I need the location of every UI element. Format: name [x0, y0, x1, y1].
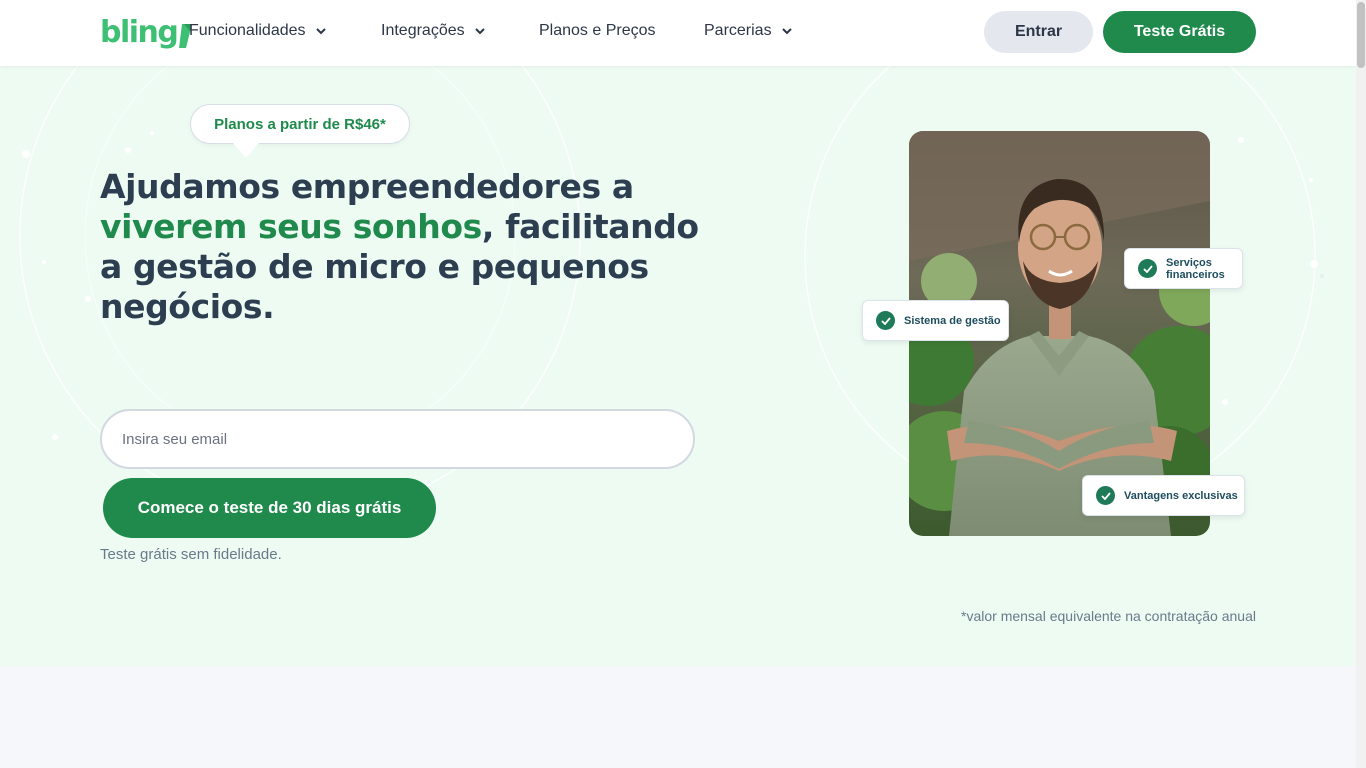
annual-price-footnote: *valor mensal equivalente na contratação… [961, 608, 1256, 624]
headline-text: Ajudamos empreendedores a [100, 167, 634, 206]
site-header: bling Funcionalidades Integrações Planos… [0, 0, 1356, 66]
nav-planos-precos[interactable]: Planos e Preços [539, 0, 656, 62]
chevron-down-icon [781, 27, 792, 35]
nav-label: Planos e Preços [539, 22, 656, 39]
start-trial-button[interactable]: Comece o teste de 30 dias grátis [103, 478, 436, 538]
feature-label: Vantagens exclusivas [1124, 489, 1238, 502]
feature-chip-vantagens-exclusivas: Vantagens exclusivas [1082, 475, 1245, 516]
nav-integracoes[interactable]: Integrações [381, 0, 485, 62]
badge-tail [232, 142, 260, 158]
nav-label: Integrações [381, 22, 465, 39]
page-scrollbar[interactable] [1356, 0, 1366, 768]
check-icon [1138, 259, 1157, 278]
next-section [0, 666, 1356, 768]
nav-parcerias[interactable]: Parcerias [704, 0, 792, 62]
chevron-down-icon [315, 27, 326, 35]
feature-label: Sistema de gestão [904, 314, 1001, 327]
pricing-badge: Planos a partir de R$46* [190, 104, 410, 144]
login-button[interactable]: Entrar [984, 11, 1093, 53]
nav-label: Parcerias [704, 22, 772, 39]
nav-funcionalidades[interactable]: Funcionalidades [189, 0, 326, 62]
chevron-down-icon [474, 27, 485, 35]
check-icon [1096, 486, 1115, 505]
feature-label: Serviços financeiros [1166, 256, 1225, 281]
no-commitment-note: Teste grátis sem fidelidade. [100, 546, 282, 563]
feature-chip-servicos-financeiros: Serviços financeiros [1124, 248, 1243, 289]
email-input[interactable] [100, 409, 695, 469]
nav-label: Funcionalidades [189, 22, 306, 39]
check-icon [876, 311, 895, 330]
hero-headline: Ajudamos empreendedores a viverem seus s… [100, 167, 720, 327]
scrollbar-thumb[interactable] [1357, 2, 1365, 68]
headline-highlight: viverem seus sonhos [100, 207, 482, 246]
feature-chip-sistema-gestao: Sistema de gestão [862, 300, 1009, 341]
bling-logo[interactable]: bling [100, 14, 193, 50]
free-trial-button[interactable]: Teste Grátis [1103, 11, 1256, 53]
logo-text: bling [100, 15, 179, 50]
